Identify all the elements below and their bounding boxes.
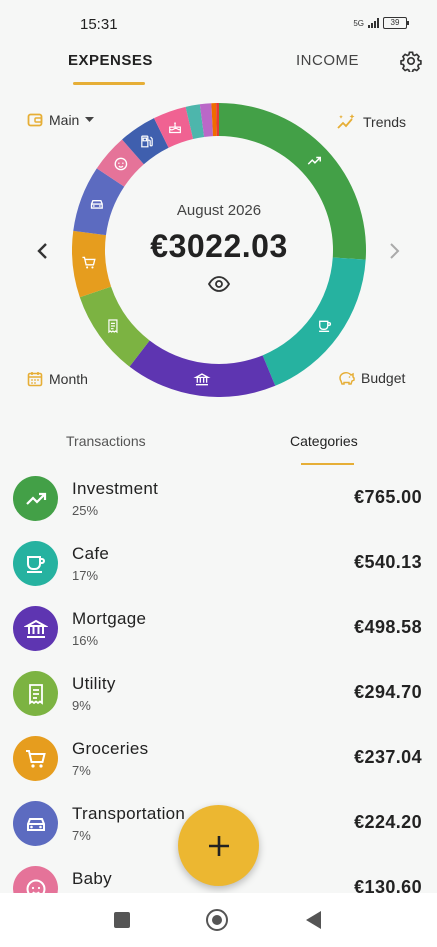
add-transaction-button[interactable] (178, 805, 259, 886)
category-name: Cafe (72, 544, 110, 563)
category-icon-circle (13, 801, 58, 846)
category-amount: €224.20 (354, 812, 422, 832)
status-icons: 5G 39 (353, 17, 409, 29)
budget-label: Budget (361, 370, 406, 386)
category-amount: €498.58 (354, 617, 422, 637)
signal-icon (368, 18, 379, 28)
tab-categories-indicator (301, 463, 354, 465)
battery-icon: 39 (383, 17, 409, 29)
category-name: Utility (72, 674, 116, 693)
wallet-icon (27, 113, 43, 127)
car-icon (26, 817, 45, 831)
category-row[interactable]: Mortgage 16% €498.58 (0, 600, 437, 665)
plus-icon (208, 835, 229, 856)
category-name: Mortgage (72, 609, 147, 628)
period-label: August 2026 (176, 202, 262, 219)
category-amount: €237.04 (354, 747, 422, 767)
category-icon-circle (13, 606, 58, 651)
tab-expenses[interactable]: EXPENSES (68, 52, 153, 69)
calendar-icon (27, 372, 43, 387)
category-name: Groceries (72, 739, 149, 758)
home-icon[interactable] (206, 909, 228, 931)
category-amount: €540.13 (354, 552, 422, 572)
category-icon-circle (13, 541, 58, 586)
settings-gear-icon[interactable] (400, 50, 422, 72)
tab-expenses-indicator (73, 82, 145, 85)
network-type: 5G (353, 18, 364, 28)
receipt-icon (28, 683, 43, 705)
eye-icon[interactable] (208, 276, 230, 292)
category-name: Baby (72, 869, 112, 888)
category-name: Investment (72, 479, 159, 498)
category-percent: 16% (72, 633, 99, 648)
bank-icon (23, 619, 48, 638)
donut-slice (129, 340, 276, 397)
category-amount: €765.00 (354, 487, 422, 507)
category-icon-circle (13, 476, 58, 521)
total-amount: €3022.03 (150, 228, 288, 264)
category-row[interactable]: Groceries 7% €237.04 (0, 730, 437, 795)
previous-month-icon[interactable] (35, 242, 51, 260)
category-row[interactable]: Utility 9% €294.70 (0, 665, 437, 730)
trending-up-icon (25, 492, 46, 505)
category-row[interactable]: Cafe 17% €540.13 (0, 535, 437, 600)
next-month-icon[interactable] (386, 242, 402, 260)
trends-label: Trends (363, 114, 407, 130)
back-icon[interactable] (306, 911, 321, 929)
cart-icon (25, 749, 46, 768)
category-row[interactable]: Investment 25% €765.00 (0, 470, 437, 535)
category-percent: 17% (72, 568, 99, 583)
category-percent: 9% (72, 698, 91, 713)
tab-transactions[interactable]: Transactions (66, 433, 146, 449)
tab-categories[interactable]: Categories (290, 433, 358, 449)
category-name: Transportation (72, 804, 186, 823)
status-time: 15:31 (80, 16, 118, 33)
coffee-cup-icon (26, 555, 45, 573)
recent-apps-icon[interactable] (114, 912, 130, 928)
category-percent: 25% (72, 503, 99, 518)
category-amount: €294.70 (354, 682, 422, 702)
tab-income[interactable]: INCOME (296, 52, 359, 69)
category-percent: 7% (72, 828, 91, 843)
donut-slice (262, 257, 366, 386)
donut-slice (72, 230, 112, 298)
category-percent: 7% (72, 763, 91, 778)
category-icon-circle (13, 736, 58, 781)
category-icon-circle (13, 671, 58, 716)
